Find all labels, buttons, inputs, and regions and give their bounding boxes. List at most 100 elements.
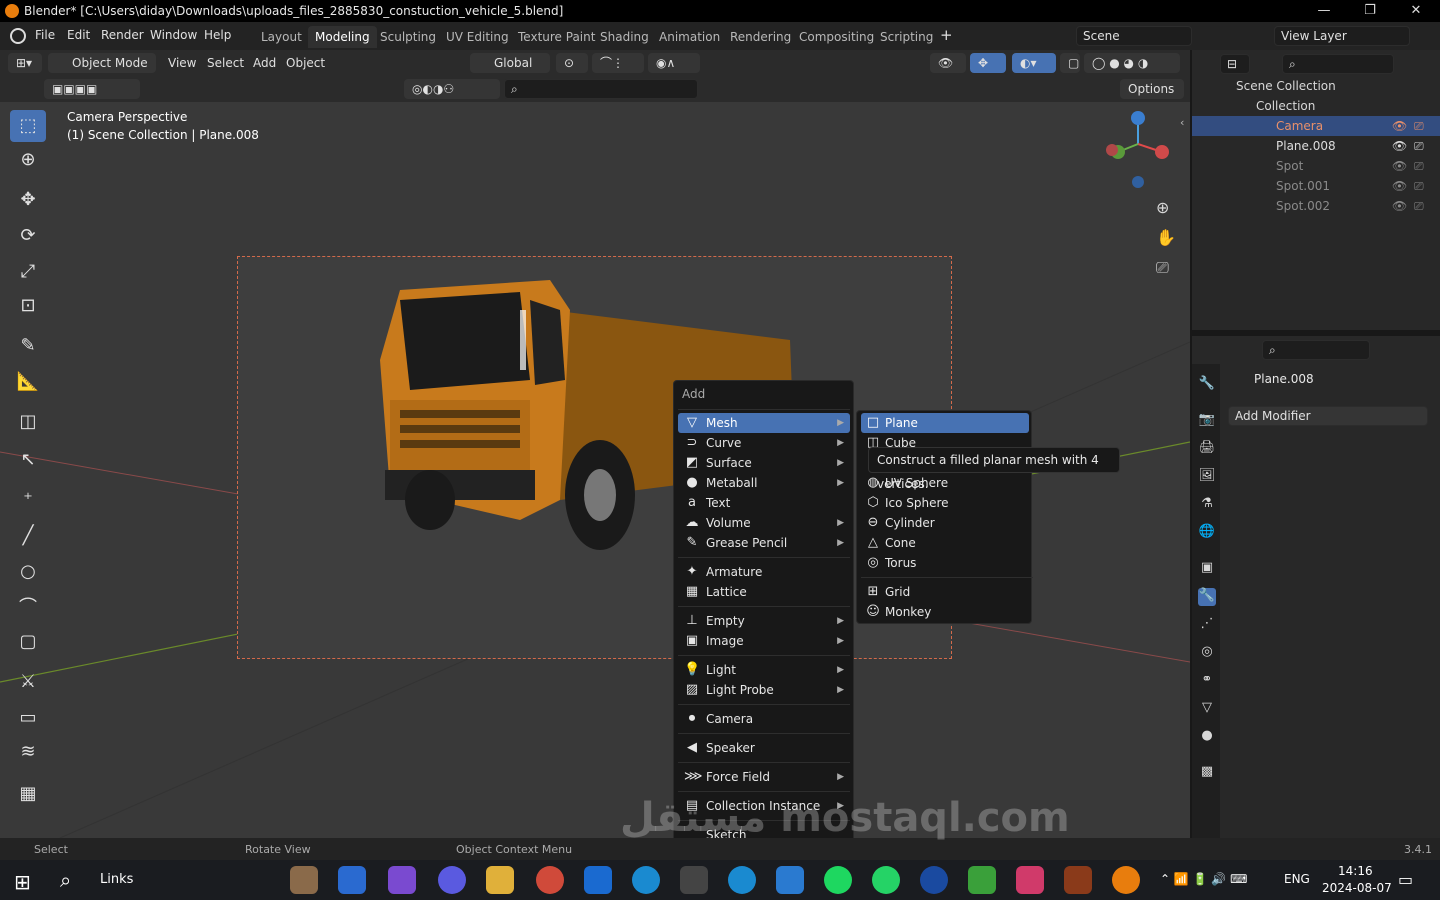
app-icon-clipchamp[interactable] — [388, 866, 416, 894]
visibility-icon[interactable]: 👁 — [930, 53, 966, 73]
app-icon-spotify[interactable] — [824, 866, 852, 894]
submenu-item-cylinder[interactable]: ⊖ Cylinder — [861, 513, 1029, 533]
visibility-eye-icon[interactable]: 👁 — [1392, 176, 1407, 196]
tab-scripting[interactable]: Scripting — [873, 26, 940, 48]
scale-tool-icon[interactable]: ⤢ — [10, 256, 46, 288]
menu-item-camera[interactable]: ⏺ Camera — [678, 709, 850, 729]
submenu-item-monkey[interactable]: ☺ Monkey — [861, 602, 1029, 622]
shading-modes[interactable]: ◯ ● ◕ ◑ — [1084, 53, 1180, 73]
measure-tool-icon[interactable]: 📐 — [10, 366, 46, 398]
circle-tool-icon[interactable]: ○ — [10, 556, 46, 588]
menu-file[interactable]: File — [35, 28, 55, 42]
render-camera-icon[interactable]: ⎚ — [1414, 176, 1424, 196]
view-layer-tab-icon[interactable]: 🖼 — [1198, 468, 1216, 486]
outliner-item-spot-002[interactable]: Spot.002 👁 ⎚ — [1192, 196, 1440, 216]
start-icon[interactable]: ⊞ — [14, 870, 31, 894]
submenu-item-cone[interactable]: △ Cone — [861, 533, 1029, 553]
pan-hand-icon[interactable]: ✋ — [1156, 228, 1176, 247]
menu-item-curve[interactable]: ⊃ Curve ▶ — [678, 433, 850, 453]
physics-tab-icon[interactable]: ◎ — [1198, 644, 1216, 662]
submenu-item-ico-sphere[interactable]: ⬡ Ico Sphere — [861, 493, 1029, 513]
minimize-button[interactable]: — — [1301, 0, 1347, 22]
visibility-eye-icon[interactable]: 👁 — [1392, 116, 1407, 136]
material-tab-icon[interactable]: ● — [1198, 728, 1216, 746]
outliner-item-spot[interactable]: Spot 👁 ⎚ — [1192, 156, 1440, 176]
menu-item-surface[interactable]: ◩ Surface ▶ — [678, 453, 850, 473]
scene-tab-icon[interactable]: ⚗ — [1198, 496, 1216, 514]
add-cube-tool-icon[interactable]: ◫ — [10, 406, 46, 438]
app-icon-explorer[interactable] — [486, 866, 514, 894]
tab-uv-editing[interactable]: UV Editing — [439, 26, 516, 48]
tab-shading[interactable]: Shading — [593, 26, 656, 48]
app-icon-game[interactable] — [1064, 866, 1092, 894]
props-search-icon[interactable]: ⌕ — [1262, 340, 1370, 360]
line-tool-icon[interactable]: ╱ — [10, 520, 46, 552]
menu-item-text[interactable]: a Text — [678, 493, 850, 513]
clock-time[interactable]: 14:16 — [1338, 864, 1373, 878]
clock-date[interactable]: 2024-08-07 — [1322, 881, 1392, 895]
overlay-icon[interactable]: ◐▾ — [1012, 53, 1056, 73]
menu-item-volume[interactable]: ☁ Volume ▶ — [678, 513, 850, 533]
particles-tab-icon[interactable]: ⋰ — [1198, 616, 1216, 634]
scene-selector[interactable]: Scene — [1076, 26, 1192, 46]
navigation-gizmo[interactable] — [1098, 108, 1178, 198]
app-icon-paint[interactable] — [290, 866, 318, 894]
tab-rendering[interactable]: Rendering — [723, 26, 798, 48]
app-icon-discord[interactable] — [438, 866, 466, 894]
tab-compositing[interactable]: Compositing — [792, 26, 881, 48]
app-icon-app[interactable] — [584, 866, 612, 894]
blender-menu-icon[interactable] — [10, 28, 26, 44]
selection-mode-icons[interactable]: ▣▣▣▣ — [44, 79, 140, 99]
camera-view-icon[interactable]: ⎚ — [1156, 258, 1169, 278]
menu-item-image[interactable]: ▣ Image ▶ — [678, 631, 850, 651]
notifications-icon[interactable]: ▭ — [1398, 870, 1413, 889]
mode-selector[interactable]: Object Mode — [48, 53, 156, 73]
tab-layout[interactable]: Layout — [254, 26, 309, 48]
app-icon-settings[interactable] — [680, 866, 708, 894]
select-box-tool-icon[interactable]: ⬚ — [10, 110, 46, 142]
submenu-item-plane[interactable]: □ Plane — [861, 413, 1029, 433]
close-button[interactable]: ✕ — [1393, 0, 1439, 22]
app-icon-whatsapp[interactable] — [872, 866, 900, 894]
menu-item-empty[interactable]: ⊥ Empty ▶ — [678, 611, 850, 631]
language-indicator[interactable]: ENG — [1284, 872, 1310, 886]
menu-item-light[interactable]: 💡 Light ▶ — [678, 660, 850, 680]
menu-item-speaker[interactable]: ◀ Speaker — [678, 738, 850, 758]
submenu-item-torus[interactable]: ◎ Torus — [861, 553, 1029, 573]
rectangle-tool-icon[interactable]: ▢ — [10, 626, 46, 658]
app-icon-edge-2[interactable] — [728, 866, 756, 894]
visibility-eye-icon[interactable]: 👁 — [1392, 196, 1407, 216]
outliner-search-icon[interactable]: ⌕ — [1282, 54, 1394, 74]
cursor-tool-icon[interactable]: ⊕ — [10, 144, 46, 176]
spin-tool-icon[interactable]: ≋ — [10, 736, 46, 768]
add-point-tool-icon[interactable]: ⁺ — [10, 484, 46, 516]
display-mode-icon[interactable]: ⊟ — [1220, 54, 1250, 74]
search-icon[interactable]: ⌕ — [504, 79, 698, 99]
search-taskbar-icon[interactable]: ⌕ — [60, 868, 71, 892]
constraints-tab-icon[interactable]: ⚭ — [1198, 672, 1216, 690]
tab-modeling[interactable]: Modeling — [308, 26, 377, 48]
output-tab-icon[interactable]: 🖨 — [1198, 440, 1216, 458]
app-icon-blender[interactable] — [1112, 866, 1140, 894]
app-icon-mail[interactable] — [776, 866, 804, 894]
menu-item-force-field[interactable]: ⋙ Force Field ▶ — [678, 767, 850, 787]
knife-tool-icon[interactable]: ⚔ — [10, 666, 46, 698]
gizmo-icon[interactable]: ✥ — [970, 53, 1006, 73]
render-camera-icon[interactable]: ⎚ — [1414, 116, 1424, 136]
modifier-tab-icon[interactable]: 🔧 — [1198, 588, 1216, 606]
sidebar-toggle-icon[interactable]: ‹ — [1180, 116, 1184, 129]
transform-tool-icon[interactable]: ⊡ — [10, 290, 46, 322]
app-icon-edge[interactable] — [632, 866, 660, 894]
visibility-eye-icon[interactable]: 👁 — [1392, 136, 1407, 156]
tab-sculpting[interactable]: Sculpting — [373, 26, 443, 48]
tool-tab-icon[interactable]: 🔧 — [1198, 376, 1216, 394]
render-tab-icon[interactable]: 📷 — [1198, 412, 1216, 430]
app-icon-store[interactable] — [338, 866, 366, 894]
outliner-item-spot-001[interactable]: Spot.001 👁 ⎚ — [1192, 176, 1440, 196]
zoom-icon[interactable]: ⊕ — [1156, 198, 1169, 217]
orientation-selector[interactable]: Global — [470, 53, 550, 73]
menu-window[interactable]: Window — [150, 28, 197, 42]
menu-item-metaball[interactable]: ● Metaball ▶ — [678, 473, 850, 493]
view-layer-selector[interactable]: View Layer — [1274, 26, 1410, 46]
snap-icon[interactable]: ⌒⋮ — [592, 53, 644, 73]
